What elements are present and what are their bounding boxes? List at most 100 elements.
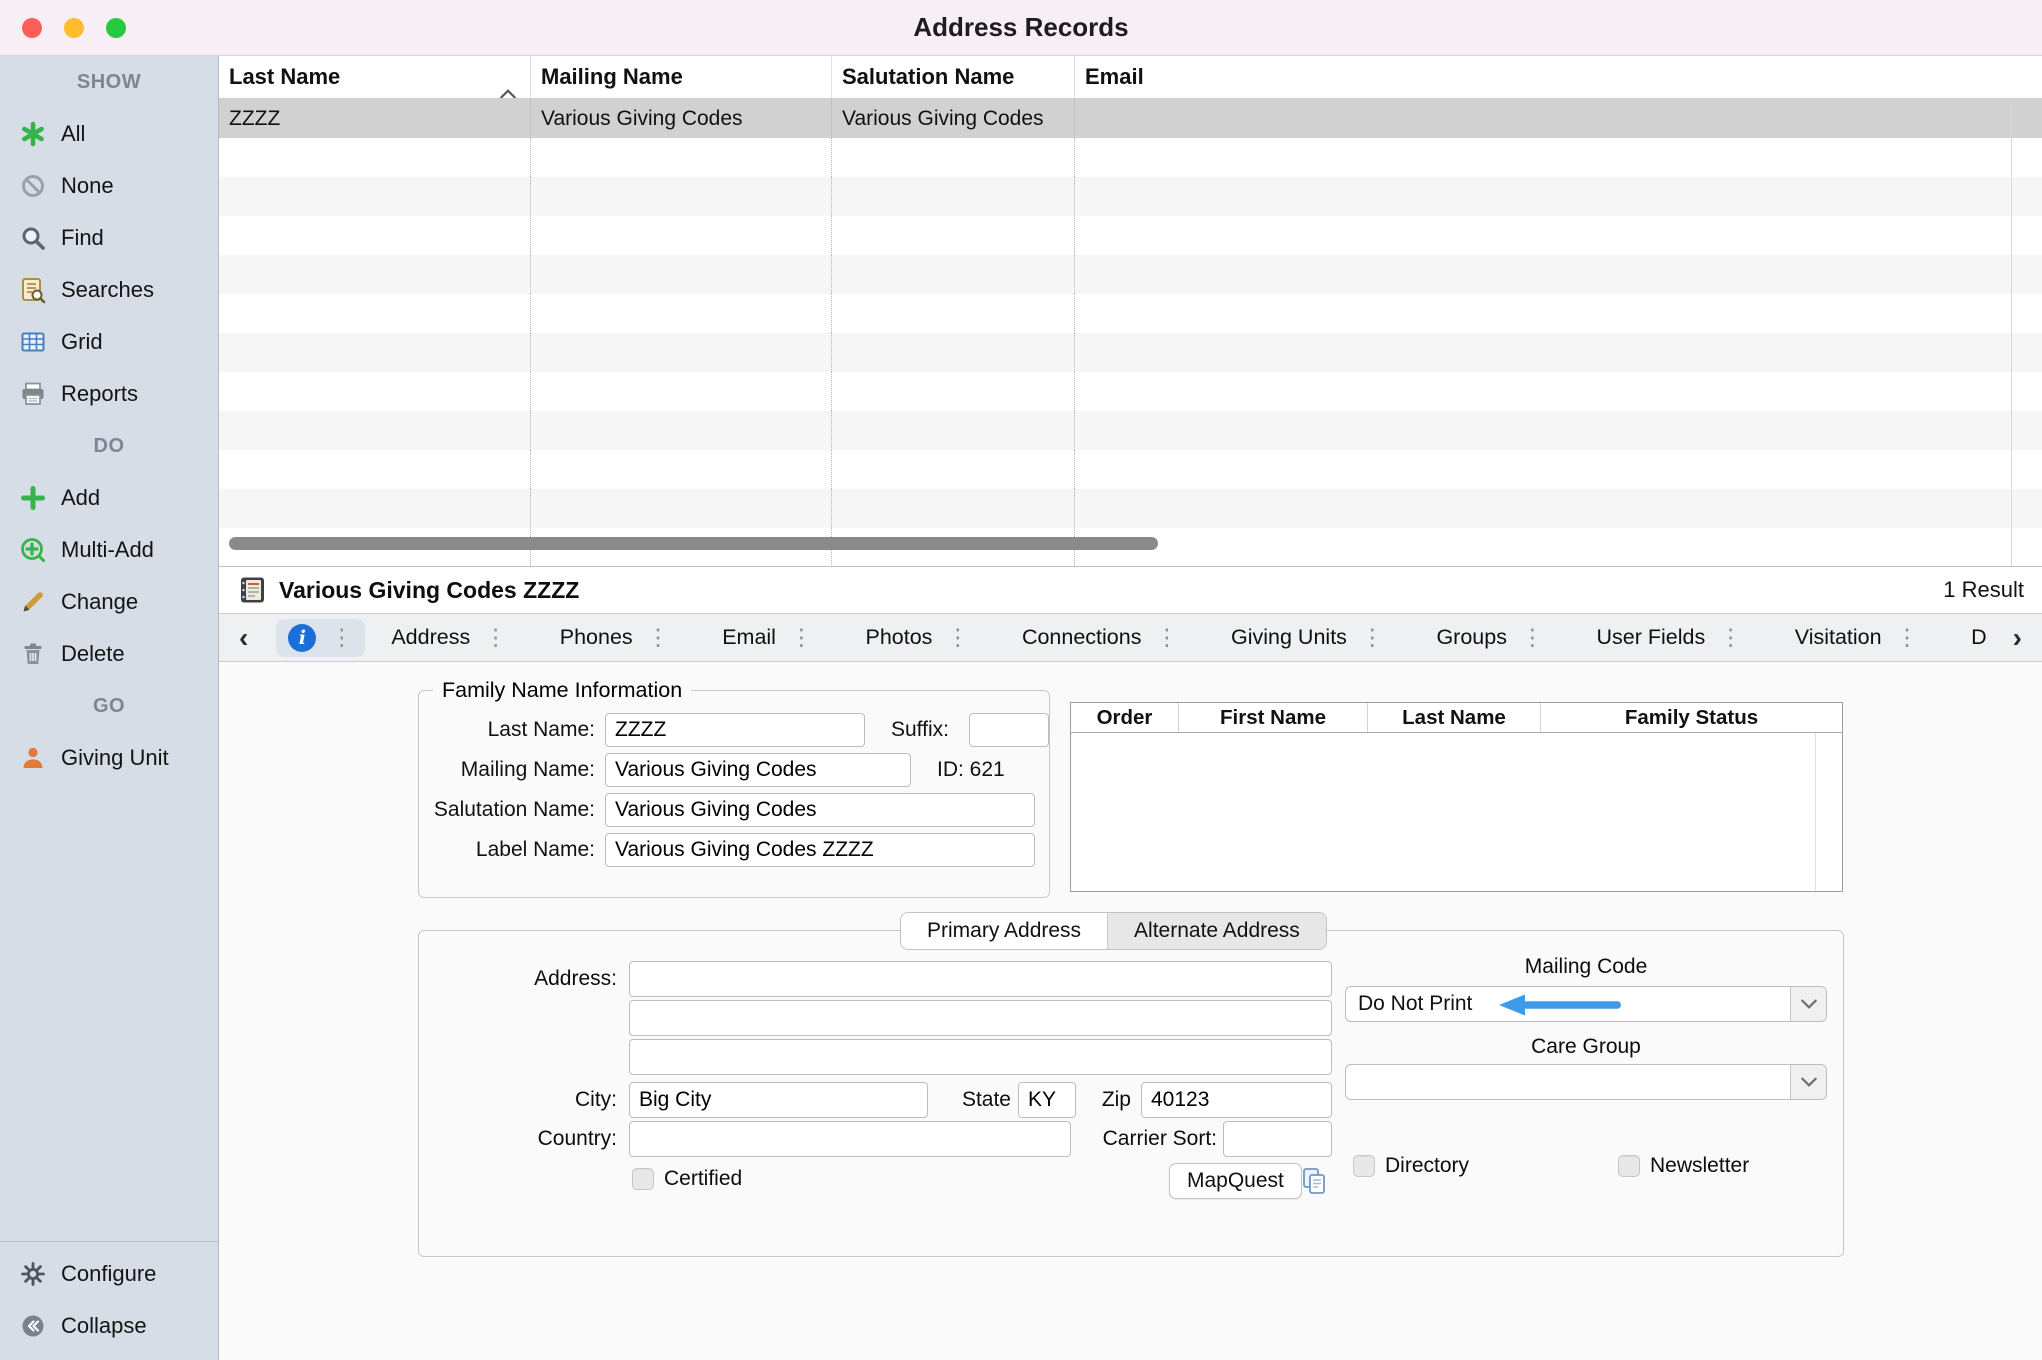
column-header-last-name[interactable]: Last Name — [1368, 703, 1541, 732]
tab-menu-icon[interactable]: ⋮ — [790, 626, 813, 649]
sidebar-item-multi-add[interactable]: Multi-Add — [0, 524, 218, 576]
tab-alternate-address[interactable]: Alternate Address — [1107, 913, 1326, 949]
sidebar-item-change[interactable]: Change — [0, 576, 218, 628]
tab-menu-icon[interactable]: ⋮ — [330, 626, 353, 649]
column-header-email[interactable]: Email — [1075, 56, 2042, 98]
plus-icon — [18, 483, 48, 513]
records-list: Last Name Mailing Name Salutation Name E… — [219, 56, 2042, 567]
empty-row — [219, 450, 2042, 489]
care-group-label: Care Group — [1345, 1029, 1827, 1065]
column-header-last-name[interactable]: Last Name — [219, 56, 531, 98]
tabs-scroll-right-icon[interactable]: › — [2009, 616, 2026, 660]
salutation-name-field[interactable] — [605, 793, 1035, 827]
column-header-mailing-name[interactable]: Mailing Name — [531, 56, 832, 98]
sidebar-item-collapse[interactable]: Collapse — [0, 1300, 218, 1352]
newsletter-checkbox[interactable] — [1618, 1155, 1640, 1177]
sidebar-item-all[interactable]: All — [0, 108, 218, 160]
tab-menu-icon[interactable]: ⋮ — [484, 626, 507, 649]
tabs-scroll-left-icon[interactable]: ‹ — [235, 616, 252, 660]
tab-visitation[interactable]: Visitation⋮ — [1795, 625, 1919, 650]
tab-menu-icon[interactable]: ⋮ — [946, 626, 969, 649]
sidebar-item-label: Configure — [61, 1261, 156, 1287]
country-field[interactable] — [629, 1121, 1071, 1157]
prohibited-icon — [18, 171, 48, 201]
sidebar-item-delete[interactable]: Delete — [0, 628, 218, 680]
zip-label: Zip — [1081, 1082, 1131, 1118]
last-name-field[interactable] — [605, 713, 865, 747]
directory-checkbox[interactable] — [1353, 1155, 1375, 1177]
empty-row — [219, 489, 2042, 528]
country-label: Country: — [419, 1121, 617, 1157]
mapquest-button[interactable]: MapQuest — [1169, 1163, 1302, 1199]
zip-field[interactable] — [1141, 1082, 1332, 1118]
tab-truncated[interactable]: D — [1971, 625, 1987, 650]
address-line1-field[interactable] — [629, 961, 1332, 997]
record-header: Various Giving Codes ZZZZ 1 Result — [219, 567, 2042, 614]
tab-giving-units[interactable]: Giving Units⋮ — [1231, 625, 1384, 650]
sidebar-item-none[interactable]: None — [0, 160, 218, 212]
sidebar-item-label: Grid — [61, 329, 103, 355]
tab-phones[interactable]: Phones⋮ — [560, 625, 670, 650]
sidebar-item-label: Reports — [61, 381, 138, 407]
copy-pages-icon[interactable] — [1299, 1166, 1329, 1196]
chevron-down-icon — [1790, 987, 1826, 1021]
carrier-sort-field[interactable] — [1223, 1121, 1332, 1157]
certified-checkbox[interactable] — [632, 1168, 654, 1190]
tab-address[interactable]: Address⋮ — [391, 625, 507, 650]
suffix-field[interactable] — [969, 713, 1049, 747]
sidebar-item-find[interactable]: Find — [0, 212, 218, 264]
care-group-dropdown[interactable] — [1345, 1064, 1827, 1100]
tab-email[interactable]: Email⋮ — [722, 625, 813, 650]
column-header-family-status[interactable]: Family Status — [1541, 703, 1842, 732]
tab-menu-icon[interactable]: ⋮ — [1521, 626, 1544, 649]
empty-row — [219, 372, 2042, 411]
empty-row — [219, 411, 2042, 450]
tab-user-fields[interactable]: User Fields⋮ — [1597, 625, 1743, 650]
column-header-order[interactable]: Order — [1071, 703, 1179, 732]
sidebar-item-giving-unit[interactable]: Giving Unit — [0, 732, 218, 784]
sidebar-item-configure[interactable]: Configure — [0, 1248, 218, 1300]
tab-groups[interactable]: Groups⋮ — [1436, 625, 1544, 650]
tab-photos[interactable]: Photos⋮ — [865, 625, 969, 650]
result-count: 1 Result — [1943, 577, 2024, 603]
sidebar-item-label: Collapse — [61, 1313, 147, 1339]
sidebar-item-label: Find — [61, 225, 104, 251]
address-line2-field[interactable] — [629, 1000, 1332, 1036]
content-panel: Last Name Mailing Name Salutation Name E… — [219, 56, 2042, 1360]
empty-row — [219, 294, 2042, 333]
mailing-name-field[interactable] — [605, 753, 911, 787]
sidebar-item-label: Searches — [61, 277, 154, 303]
address-line3-field[interactable] — [629, 1039, 1332, 1075]
horizontal-scrollbar[interactable] — [229, 537, 1158, 550]
chevron-down-icon — [1790, 1065, 1826, 1099]
tab-primary-address[interactable]: Primary Address — [901, 913, 1107, 949]
sidebar-item-reports[interactable]: Reports — [0, 368, 218, 420]
family-name-information-box: Family Name Information Last Name: Suffi… — [418, 690, 1050, 898]
sidebar-item-searches[interactable]: Searches — [0, 264, 218, 316]
suffix-label: Suffix: — [891, 718, 949, 742]
tab-menu-icon[interactable]: ⋮ — [1361, 626, 1384, 649]
state-field[interactable] — [1018, 1082, 1076, 1118]
tab-menu-icon[interactable]: ⋮ — [1896, 626, 1919, 649]
empty-row — [219, 138, 2042, 177]
sidebar-item-label: Change — [61, 589, 138, 615]
tab-info[interactable]: i ⋮ — [276, 619, 365, 657]
sidebar-item-add[interactable]: Add — [0, 472, 218, 524]
pencil-icon — [18, 587, 48, 617]
address-records-window: Address Records SHOW All None Find Searc… — [0, 0, 2042, 1360]
city-field[interactable] — [629, 1082, 928, 1118]
tab-menu-icon[interactable]: ⋮ — [647, 626, 670, 649]
sidebar-item-grid[interactable]: Grid — [0, 316, 218, 368]
tab-menu-icon[interactable]: ⋮ — [1719, 626, 1742, 649]
label-name-field[interactable] — [605, 833, 1035, 867]
column-header-salutation-name[interactable]: Salutation Name — [832, 56, 1075, 98]
column-header-first-name[interactable]: First Name — [1179, 703, 1368, 732]
grid-table-icon — [18, 327, 48, 357]
magnifier-icon — [18, 223, 48, 253]
tab-menu-icon[interactable]: ⋮ — [1155, 626, 1178, 649]
window-title: Address Records — [0, 12, 2042, 43]
city-label: City: — [419, 1082, 617, 1118]
cell-last-name: ZZZZ — [219, 99, 531, 138]
tab-connections[interactable]: Connections⋮ — [1022, 625, 1179, 650]
record-row-selected[interactable]: ZZZZ Various Giving Codes Various Giving… — [219, 99, 2042, 138]
